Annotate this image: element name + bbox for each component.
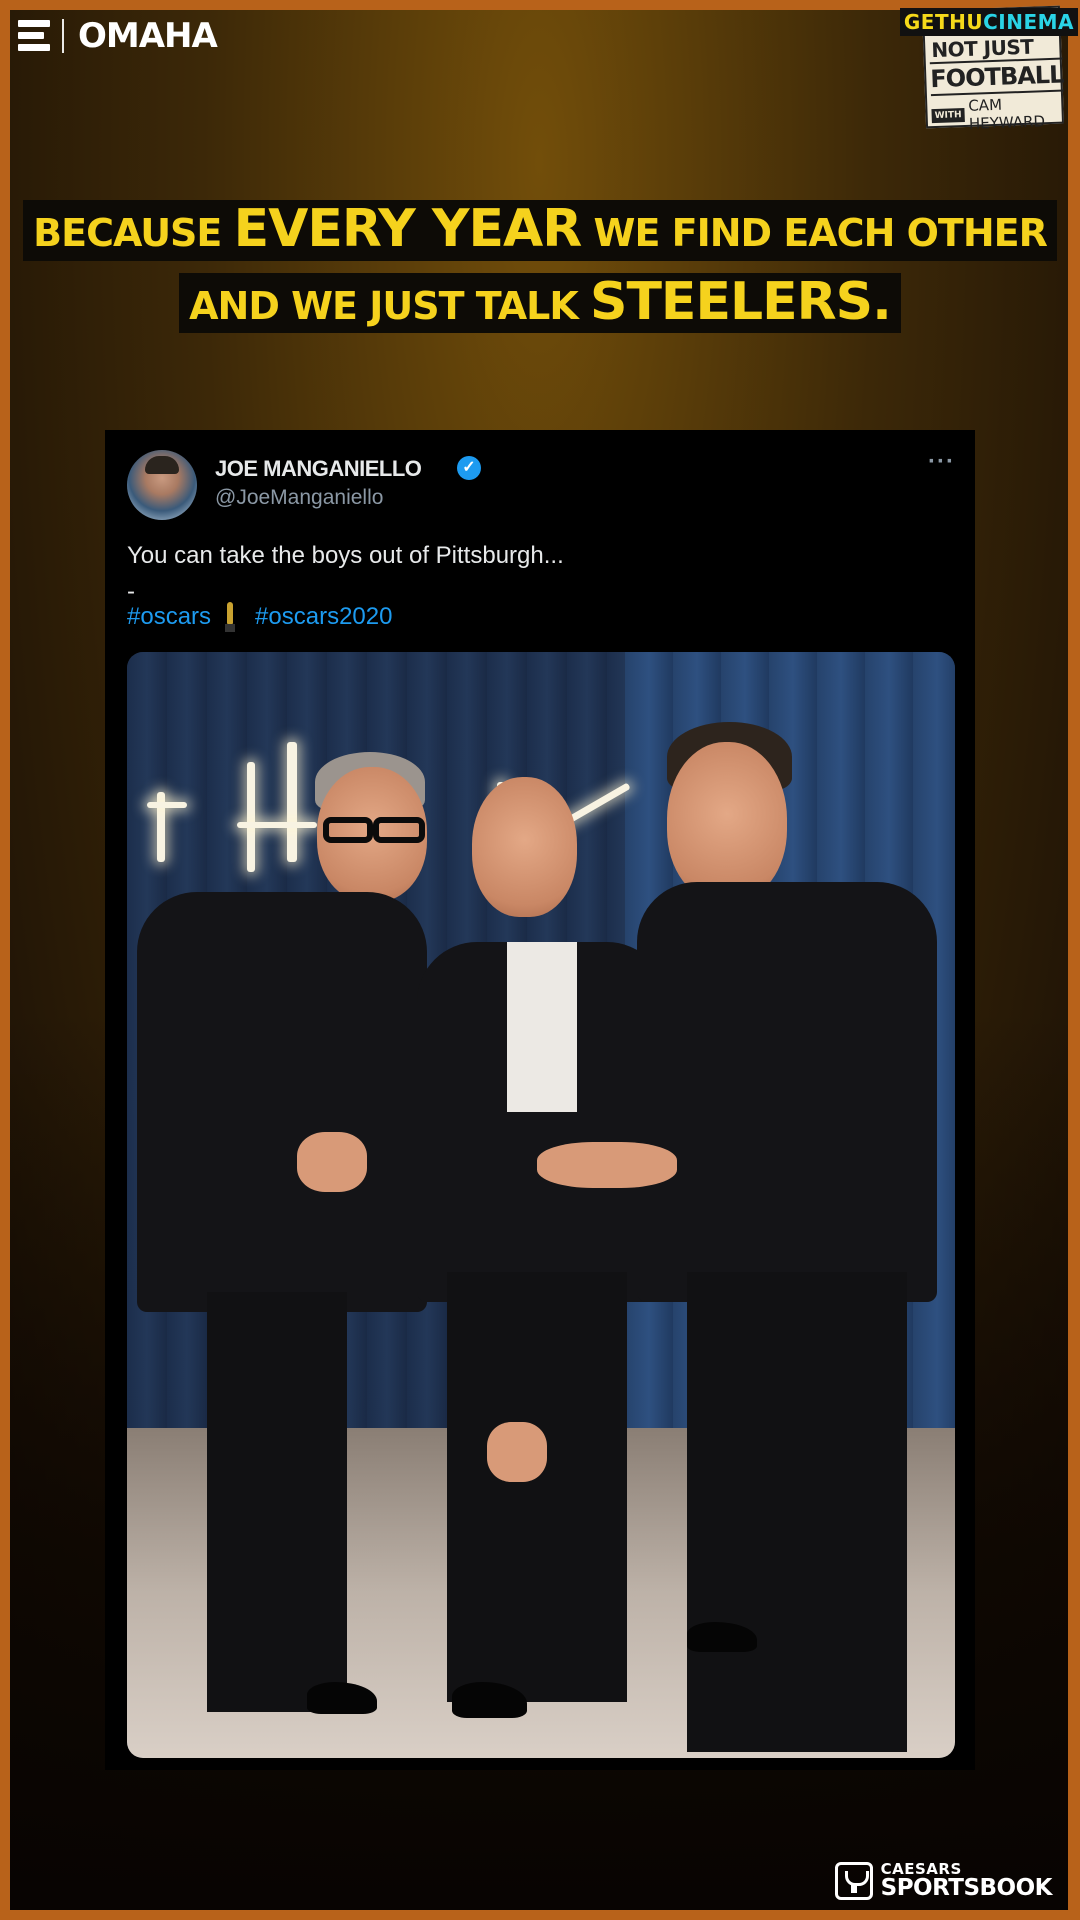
hashtag-oscars[interactable]: #oscars [127,603,211,631]
tweet-text: You can take the boys out of Pittsburgh.… [127,542,564,569]
headline-word: BECAUSE [33,211,234,255]
watermark-part1: GETHU [903,10,984,34]
headline-line2: AND WE JUST TALK STEELERS. [179,271,901,334]
verified-badge-icon: ✓ [457,456,481,480]
show-host-name: CAM HEYWARD [967,95,1046,133]
watermark: GETHUCINEMA [899,8,1078,36]
headline-word-emphasis: STEELERS. [590,271,892,332]
hashtag-oscars2020[interactable]: #oscars2020 [255,603,392,631]
more-options-icon[interactable]: ··· [928,448,955,476]
sponsor-line2: SPORTSBOOK [880,1875,1053,1901]
watermark-part2: CINEMA [983,10,1074,34]
sponsor-logo: CAESARS SPORTSBOOK [834,1862,1053,1901]
headline-word-emphasis: EVERY YEAR [233,199,583,259]
headline-line1: BECAUSE EVERY YEAR WE FIND EACH OTHER [23,200,1057,261]
headline-word: WE FIND EACH OTHER [581,211,1048,255]
hashtag-row: #oscars #oscars2020 [127,602,392,632]
sponsor-text: CAESARS SPORTSBOOK [880,1862,1053,1901]
show-host-line: WITH CAM HEYWARD [931,94,1062,135]
author-handle[interactable]: @JoeManganiello [215,486,383,510]
omaha-logo: OMAHA [78,16,218,56]
brand-divider [62,19,64,53]
tweet-card[interactable]: JOE MANGANIELLO ✓ @JoeManganiello ··· Yo… [105,430,975,1770]
trophy-cup-icon [834,1862,873,1900]
show-with-label: WITH [931,108,965,124]
oscar-statuette-icon [225,602,236,632]
show-title-line2: FOOTBALL [929,57,1064,97]
author-name[interactable]: JOE MANGANIELLO [215,456,422,482]
tweet-photo[interactable] [127,652,955,1758]
avatar[interactable] [127,450,197,520]
brand-header: OMAHA [18,16,218,56]
show-title-line1: NOT JUST [930,34,1034,63]
espn-e-logo-icon [18,18,50,54]
headline: BECAUSE EVERY YEAR WE FIND EACH OTHER AN… [0,200,1080,345]
headline-word: AND WE JUST TALK [189,283,590,328]
